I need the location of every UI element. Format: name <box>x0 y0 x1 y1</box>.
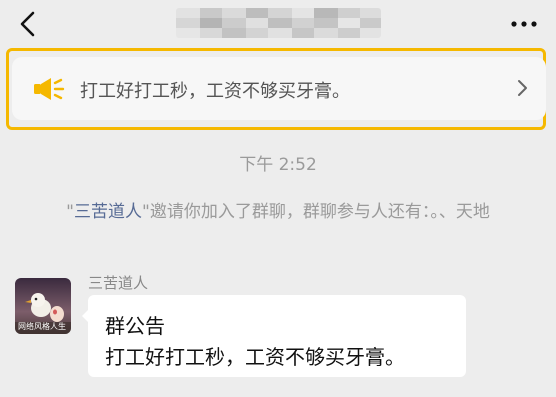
chevron-right-icon <box>518 80 527 96</box>
speaker-icon <box>34 78 65 100</box>
avatar-caption: 网络风格人生 <box>18 322 66 331</box>
chevron-left-icon[interactable] <box>14 10 42 38</box>
inviter-name-link[interactable]: 三苦道人 <box>74 202 142 222</box>
message-bubble[interactable]: 群公告 打工好打工秒，工资不够买牙膏。 <box>82 295 466 377</box>
message-timestamp: 下午 2:52 <box>239 155 317 175</box>
system-message-text: 邀请你加入了群聊，群聊参与人还有：。、天地 <box>149 202 490 222</box>
avatar[interactable]: 网络风格人生 <box>15 278 71 334</box>
group-notice-banner[interactable]: 打工好打工秒，工资不够买牙膏。 <box>12 57 546 120</box>
message-body: 打工好打工秒，工资不够买牙膏。 <box>105 345 405 369</box>
notice-text: 打工好打工秒，工资不够买牙膏。 <box>80 81 350 102</box>
quote-open: " <box>66 202 74 222</box>
message-title: 群公告 <box>105 314 165 338</box>
system-invite-message: "三苦道人"邀请你加入了群聊，群聊参与人还有：。、天地 <box>40 196 516 228</box>
quote-close: " <box>142 202 150 222</box>
chat-title-blurred <box>176 8 381 38</box>
bubble-arrow <box>82 309 89 323</box>
chat-header <box>0 0 556 48</box>
sender-name: 三苦道人 <box>88 274 149 292</box>
more-horizontal-icon[interactable] <box>510 14 538 34</box>
